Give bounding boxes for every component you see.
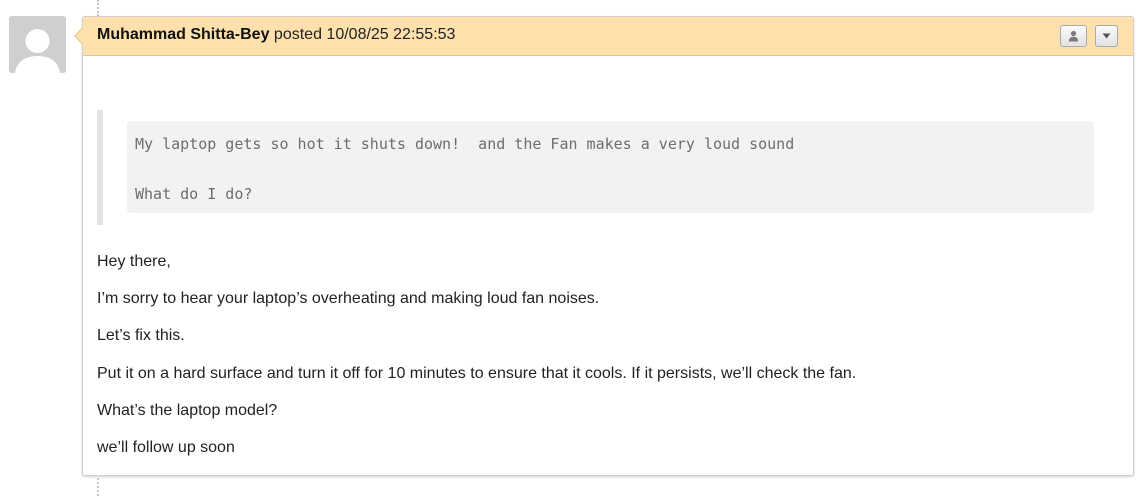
user-info-button[interactable] [1060,25,1087,47]
reply-paragraph: What’s the laptop model? [97,401,278,419]
reply-paragraph: we’ll follow up soon [97,438,235,456]
ticket-thread: Muhammad Shitta-Bey posted 10/08/25 22:5… [0,0,1147,496]
caret-down-icon [1102,33,1111,39]
default-user-avatar-icon [9,16,66,73]
quoted-message: My laptop gets so hot it shuts down! and… [97,110,1094,225]
person-icon [1068,30,1079,42]
quoted-line: My laptop gets so hot it shuts down! and… [135,135,795,153]
entry-options-dropdown[interactable] [1095,25,1118,47]
reply-paragraph: Let’s fix this. [97,327,185,345]
author-name[interactable]: Muhammad Shitta-Bey [97,26,269,43]
quoted-code-block: My laptop gets so hot it shuts down! and… [127,121,1094,213]
thread-entry: Muhammad Shitta-Bey posted 10/08/25 22:5… [74,16,1134,476]
quoted-line: What do I do? [135,185,253,203]
thread-connector-bottom [97,478,99,496]
reply-text: Hey there, I’m sorry to hear your laptop… [97,252,1097,475]
posted-label: posted [273,26,322,43]
reply-paragraph: Hey there, [97,253,171,270]
reply-paragraph: Put it on a hard surface and turn it off… [97,364,857,382]
entry-pointer [74,27,83,45]
reply-paragraph: I’m sorry to hear your laptop’s overheat… [97,290,600,308]
post-timestamp: 10/08/25 22:55:53 [326,26,456,43]
thread-connector-top [97,0,99,16]
entry-header: Muhammad Shitta-Bey posted 10/08/25 22:5… [83,17,1133,56]
author-avatar [9,16,66,73]
